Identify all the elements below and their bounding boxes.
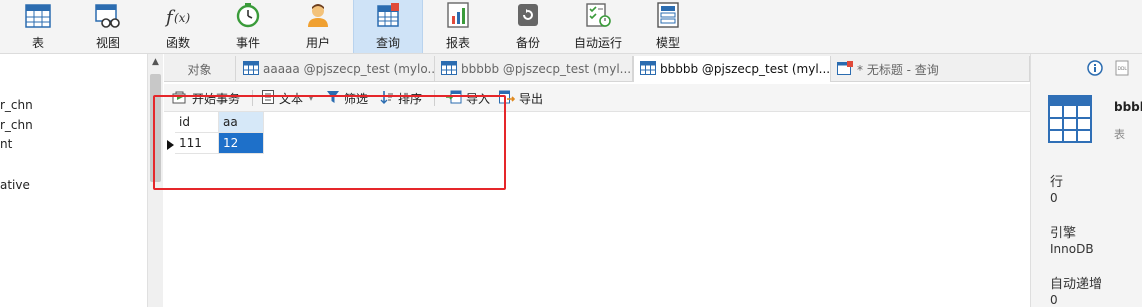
info-engine-key: 引擎 bbox=[1050, 226, 1077, 241]
info-auto-increment-key: 自动递增 bbox=[1050, 277, 1103, 292]
model-icon bbox=[654, 2, 682, 28]
object-info-panel: DDL bbbb 表 行 0 引擎 InnoDB 自动递增 0 bbox=[1030, 54, 1142, 307]
sort-button[interactable]: 排序 bbox=[380, 89, 422, 107]
nav-item[interactable]: r_chn bbox=[0, 98, 33, 112]
nav-item[interactable]: ative bbox=[0, 178, 30, 192]
toolbar-separator bbox=[252, 90, 253, 106]
backup-icon bbox=[514, 2, 542, 28]
function-icon: f (x) bbox=[164, 2, 192, 28]
scroll-up-icon[interactable]: ▲ bbox=[152, 57, 159, 67]
export-button[interactable]: 导出 bbox=[499, 89, 543, 107]
sort-icon bbox=[380, 90, 394, 107]
tab-objects-label: 对象 bbox=[187, 62, 212, 77]
navigator-scrollbar[interactable]: ▲ bbox=[147, 54, 163, 307]
toolbar-user-label: 用户 bbox=[305, 36, 330, 50]
event-clock-icon bbox=[234, 2, 262, 28]
info-table-type: 表 bbox=[1114, 128, 1125, 141]
toolbar-autorun-label: 自动运行 bbox=[573, 36, 622, 50]
user-icon bbox=[304, 2, 332, 28]
current-row-pointer-icon bbox=[167, 139, 174, 153]
toolbar-table-button[interactable]: 表 bbox=[18, 0, 58, 53]
text-label: 文本 bbox=[279, 91, 304, 106]
tab-aaaaa-label: aaaaa @pjszecp_test (mylo... bbox=[263, 62, 435, 76]
toolbar-event-button[interactable]: 事件 bbox=[228, 0, 268, 53]
tab-bbbbb-table[interactable]: bbbbb @pjszecp_test (myl... bbox=[435, 56, 633, 82]
tab-untitled-label: * 无标题 - 查询 bbox=[857, 62, 939, 77]
column-header-aa[interactable]: aa bbox=[219, 112, 264, 133]
toolbar-function-label: 函数 bbox=[165, 36, 190, 50]
data-toolbar: 开始事务 文本 ▾ 筛选 排序 导入 导出 bbox=[164, 84, 1030, 112]
export-label: 导出 bbox=[519, 91, 544, 106]
toolbar-query-label: 查询 bbox=[375, 36, 400, 50]
import-button[interactable]: 导入 bbox=[446, 89, 490, 107]
info-auto-increment-value: 0 bbox=[1050, 293, 1058, 307]
toolbar-function-button[interactable]: f (x) 函数 bbox=[158, 0, 198, 53]
view-icon bbox=[94, 2, 122, 28]
ddl-icon[interactable]: DDL bbox=[1114, 60, 1130, 76]
svg-text:(x): (x) bbox=[174, 11, 190, 25]
toolbar-user-button[interactable]: 用户 bbox=[298, 0, 338, 53]
transaction-icon bbox=[172, 90, 188, 107]
table-icon bbox=[1048, 95, 1092, 146]
sort-label: 排序 bbox=[398, 91, 423, 106]
export-icon bbox=[499, 90, 516, 107]
navicat-window: 表 视图 f (x) 函数 事件 用户 查询 报表 备份 自动运行 模型 r_c… bbox=[0, 0, 1142, 307]
toolbar-view-label: 视图 bbox=[95, 36, 120, 50]
table-cell-id[interactable]: 111 bbox=[175, 133, 219, 154]
tab-objects[interactable]: 对象 bbox=[164, 56, 236, 82]
object-navigator: r_chn r_chn nt ative bbox=[0, 54, 148, 307]
text-document-icon bbox=[261, 89, 275, 107]
filter-label: 筛选 bbox=[344, 91, 369, 106]
begin-transaction-button[interactable]: 开始事务 bbox=[172, 89, 240, 107]
toolbar-event-label: 事件 bbox=[235, 36, 260, 50]
tab-untitled-query[interactable]: * 无标题 - 查询 bbox=[831, 56, 1030, 82]
table-icon bbox=[24, 2, 52, 28]
toolbar-model-label: 模型 bbox=[655, 36, 680, 50]
data-grid: id aa 111 12 bbox=[164, 112, 1030, 307]
column-header-id[interactable]: id bbox=[175, 112, 219, 133]
info-rows-key: 行 bbox=[1050, 175, 1064, 190]
filter-funnel-icon bbox=[326, 90, 340, 107]
toolbar-query-button[interactable]: 查询 bbox=[353, 0, 423, 53]
info-engine-value: InnoDB bbox=[1050, 242, 1094, 256]
toolbar-separator bbox=[434, 90, 435, 106]
tab-bbbbb-table-active[interactable]: bbbbb @pjszecp_test (myl... bbox=[633, 56, 831, 82]
tab-bbbbb-active-label: bbbbb @pjszecp_test (myl... bbox=[660, 62, 831, 76]
auto-run-icon bbox=[584, 2, 612, 28]
toolbar-table-label: 表 bbox=[31, 36, 44, 50]
info-table-name: bbbb bbox=[1114, 100, 1142, 114]
main-toolbar: 表 视图 f (x) 函数 事件 用户 查询 报表 备份 自动运行 模型 bbox=[0, 0, 1142, 54]
begin-transaction-label: 开始事务 bbox=[192, 91, 241, 106]
tab-aaaaa-table[interactable]: aaaaa @pjszecp_test (mylo... bbox=[237, 56, 435, 82]
filter-button[interactable]: 筛选 bbox=[326, 89, 368, 107]
text-button[interactable]: 文本 ▾ bbox=[261, 89, 313, 107]
query-icon bbox=[837, 60, 853, 78]
table-icon bbox=[243, 60, 259, 78]
toolbar-view-button[interactable]: 视图 bbox=[88, 0, 128, 53]
toolbar-model-button[interactable]: 模型 bbox=[648, 0, 688, 53]
report-icon bbox=[444, 2, 472, 28]
nav-item[interactable]: nt bbox=[0, 137, 12, 151]
info-rows-value: 0 bbox=[1050, 191, 1058, 205]
query-icon bbox=[374, 2, 402, 28]
toolbar-report-label: 报表 bbox=[445, 36, 470, 50]
import-icon bbox=[446, 90, 462, 107]
table-icon bbox=[640, 60, 656, 78]
toolbar-autorun-button[interactable]: 自动运行 bbox=[570, 0, 626, 53]
chevron-down-icon[interactable]: ▾ bbox=[309, 94, 313, 103]
info-icon[interactable] bbox=[1087, 60, 1103, 76]
tab-strip: 对象 aaaaa @pjszecp_test (mylo... bbbbb @p… bbox=[164, 54, 1030, 82]
table-cell-aa[interactable]: 12 bbox=[219, 133, 264, 154]
nav-item[interactable]: r_chn bbox=[0, 118, 33, 132]
toolbar-backup-button[interactable]: 备份 bbox=[508, 0, 548, 53]
tab-bbbbb-label: bbbbb @pjszecp_test (myl... bbox=[461, 62, 632, 76]
scrollbar-thumb[interactable] bbox=[150, 74, 161, 182]
toolbar-report-button[interactable]: 报表 bbox=[438, 0, 478, 53]
table-icon bbox=[441, 60, 457, 78]
toolbar-backup-label: 备份 bbox=[515, 36, 540, 50]
svg-text:DDL: DDL bbox=[1118, 66, 1128, 72]
import-label: 导入 bbox=[466, 91, 491, 106]
